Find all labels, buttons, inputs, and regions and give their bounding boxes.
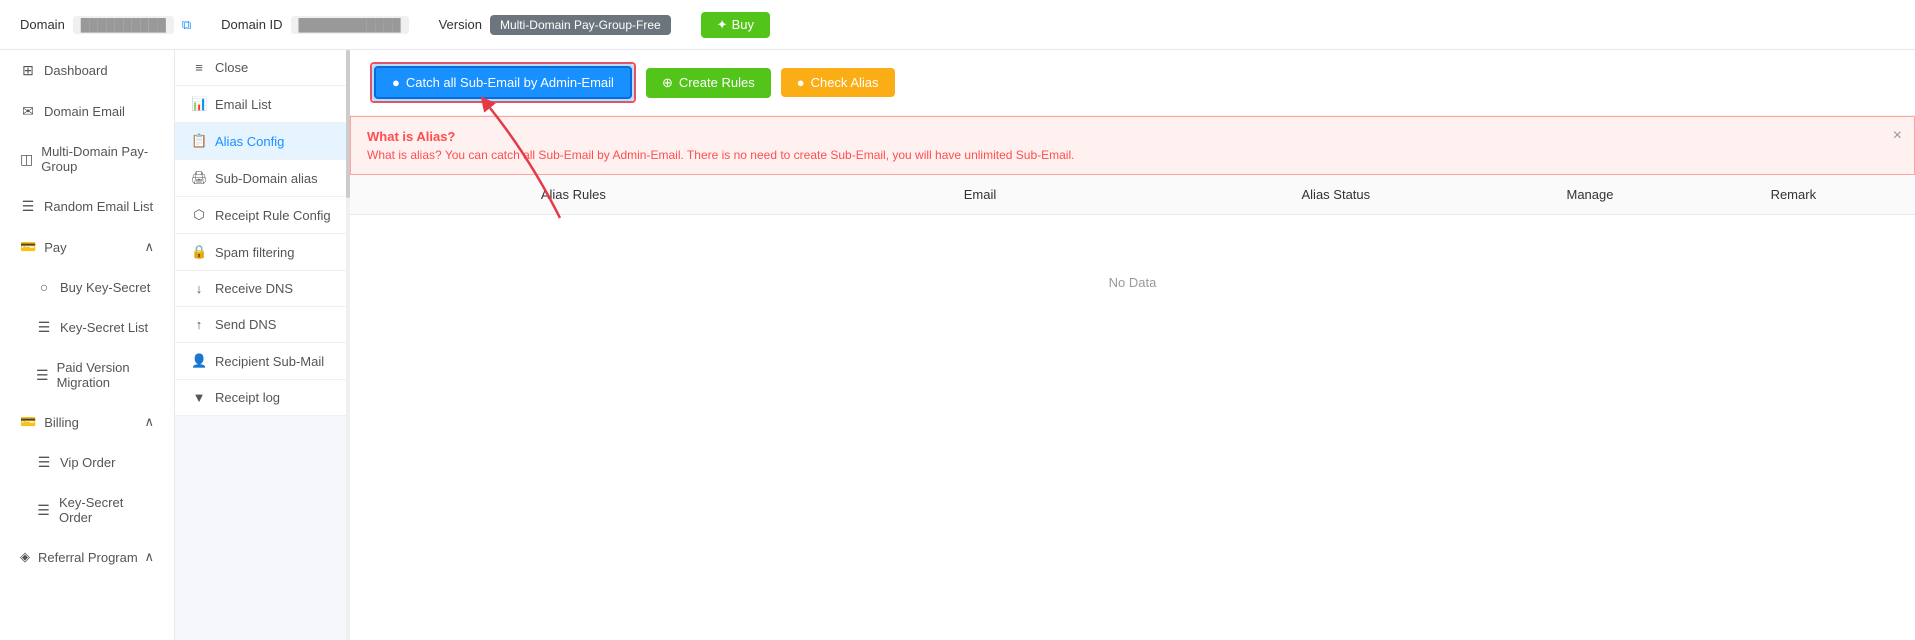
close-icon: ≡	[191, 60, 207, 75]
sub-sidebar-receive-dns[interactable]: ↓ Receive DNS	[175, 271, 349, 307]
check-alias-icon: ●	[797, 75, 805, 90]
top-header: Domain ██████████ ⧉ Domain ID ██████████…	[0, 0, 1915, 50]
sub-sidebar-alias-config[interactable]: 📋 Alias Config	[175, 123, 349, 160]
version-section: Version Multi-Domain Pay-Group-Free	[439, 15, 671, 35]
content-area: ● Catch all Sub-Email by Admin-Email ⊕ C…	[350, 50, 1915, 640]
sub-sidebar-spam-filtering[interactable]: 🔒 Spam filtering	[175, 234, 349, 271]
catch-all-highlight-box: ● Catch all Sub-Email by Admin-Email	[370, 62, 636, 103]
left-sidebar: ⊞ Dashboard ✉ Domain Email ◫ Multi-Domai…	[0, 50, 175, 640]
sub-domain-alias-icon: 🖨	[191, 170, 207, 186]
table-header: Alias Rules Email Alias Status Manage Re…	[350, 175, 1915, 215]
info-box-close-button[interactable]: ×	[1893, 127, 1902, 145]
key-secret-list-icon: ☰	[36, 319, 52, 336]
chevron-up-icon: ∧	[144, 239, 154, 255]
dashboard-icon: ⊞	[20, 62, 36, 79]
billing-icon: 💳	[20, 414, 36, 430]
sub-sidebar: ≡ Close 📊 Email List 📋 Alias Config 🖨 Su…	[175, 50, 350, 416]
action-bar: ● Catch all Sub-Email by Admin-Email ⊕ C…	[350, 50, 1915, 116]
info-box-title: What is Alias?	[367, 129, 1898, 144]
billing-chevron-icon: ∧	[144, 414, 154, 430]
sidebar-item-vip-order[interactable]: ☰ Vip Order	[0, 442, 174, 483]
sidebar-item-multi-domain[interactable]: ◫ Multi-Domain Pay-Group	[0, 132, 174, 186]
paid-version-icon: ☰	[36, 367, 49, 384]
sub-sidebar-send-dns[interactable]: ↑ Send DNS	[175, 307, 349, 343]
create-rules-button[interactable]: ⊕ Create Rules	[646, 68, 771, 98]
key-secret-order-icon: ☰	[36, 502, 51, 519]
sidebar-pay-group[interactable]: 💳 Pay ∧	[0, 227, 174, 267]
table-container: Alias Rules Email Alias Status Manage Re…	[350, 175, 1915, 350]
sub-sidebar-close[interactable]: ≡ Close	[175, 50, 349, 86]
referral-chevron-icon: ∧	[144, 549, 154, 565]
sub-sidebar-receipt-rule[interactable]: ⬡ Receipt Rule Config	[175, 197, 349, 234]
pay-icon: 💳	[20, 239, 36, 255]
receipt-log-icon: ▼	[191, 390, 207, 405]
catch-all-button[interactable]: ● Catch all Sub-Email by Admin-Email	[374, 66, 632, 99]
domain-id-value: ████████████	[291, 16, 409, 34]
buy-icon: ✦	[717, 17, 728, 33]
referral-icon: ◈	[20, 549, 30, 565]
receive-dns-icon: ↓	[191, 281, 207, 296]
multi-domain-icon: ◫	[20, 151, 33, 168]
check-alias-button[interactable]: ● Check Alias	[781, 68, 895, 97]
alias-config-icon: 📋	[191, 133, 207, 149]
sidebar-billing-group[interactable]: 💳 Billing ∧	[0, 402, 174, 442]
sub-sidebar-receipt-log[interactable]: ▼ Receipt log	[175, 380, 349, 416]
receipt-rule-icon: ⬡	[191, 207, 207, 223]
col-alias-rules: Alias Rules	[370, 187, 777, 202]
main-layout: ⊞ Dashboard ✉ Domain Email ◫ Multi-Domai…	[0, 50, 1915, 640]
sub-sidebar-container: ≡ Close 📊 Email List 📋 Alias Config 🖨 Su…	[175, 50, 350, 640]
info-box-text: What is alias? You can catch all Sub-Ema…	[367, 148, 1898, 162]
sidebar-referral-group[interactable]: ◈ Referral Program ∧	[0, 537, 174, 577]
domain-label: Domain	[20, 17, 65, 32]
col-manage: Manage	[1488, 187, 1691, 202]
random-email-icon: ☰	[20, 198, 36, 215]
col-remark: Remark	[1692, 187, 1895, 202]
domain-id-label: Domain ID	[221, 17, 282, 32]
version-label: Version	[439, 17, 482, 32]
sidebar-item-key-secret-order[interactable]: ☰ Key-Secret Order	[0, 483, 174, 537]
sidebar-item-random-email[interactable]: ☰ Random Email List	[0, 186, 174, 227]
col-alias-status: Alias Status	[1183, 187, 1488, 202]
sidebar-item-buy-key[interactable]: ○ Buy Key-Secret	[0, 267, 174, 307]
email-list-icon: 📊	[191, 96, 207, 112]
spam-filtering-icon: 🔒	[191, 244, 207, 260]
sub-sidebar-recipient-sub-mail[interactable]: 👤 Recipient Sub-Mail	[175, 343, 349, 380]
domain-section: Domain ██████████ ⧉	[20, 16, 191, 34]
domain-value: ██████████	[73, 16, 174, 34]
create-rules-icon: ⊕	[662, 75, 673, 91]
sidebar-item-domain-email[interactable]: ✉ Domain Email	[0, 91, 174, 132]
col-email: Email	[777, 187, 1184, 202]
sub-sidebar-email-list[interactable]: 📊 Email List	[175, 86, 349, 123]
send-dns-icon: ↑	[191, 317, 207, 332]
table-empty: No Data	[350, 215, 1915, 350]
sub-sidebar-sub-domain-alias[interactable]: 🖨 Sub-Domain alias	[175, 160, 349, 197]
recipient-sub-mail-icon: 👤	[191, 353, 207, 369]
info-box: What is Alias? What is alias? You can ca…	[350, 116, 1915, 175]
buy-key-icon: ○	[36, 279, 52, 295]
version-badge: Multi-Domain Pay-Group-Free	[490, 15, 671, 35]
domain-id-section: Domain ID ████████████	[221, 16, 408, 34]
buy-button[interactable]: ✦ Buy	[701, 12, 770, 38]
sidebar-item-dashboard[interactable]: ⊞ Dashboard	[0, 50, 174, 91]
vip-order-icon: ☰	[36, 454, 52, 471]
copy-icon[interactable]: ⧉	[182, 17, 191, 33]
sidebar-item-key-secret-list[interactable]: ☰ Key-Secret List	[0, 307, 174, 348]
catch-all-icon: ●	[392, 75, 400, 90]
domain-email-icon: ✉	[20, 103, 36, 120]
sidebar-item-paid-version[interactable]: ☰ Paid Version Migration	[0, 348, 174, 402]
